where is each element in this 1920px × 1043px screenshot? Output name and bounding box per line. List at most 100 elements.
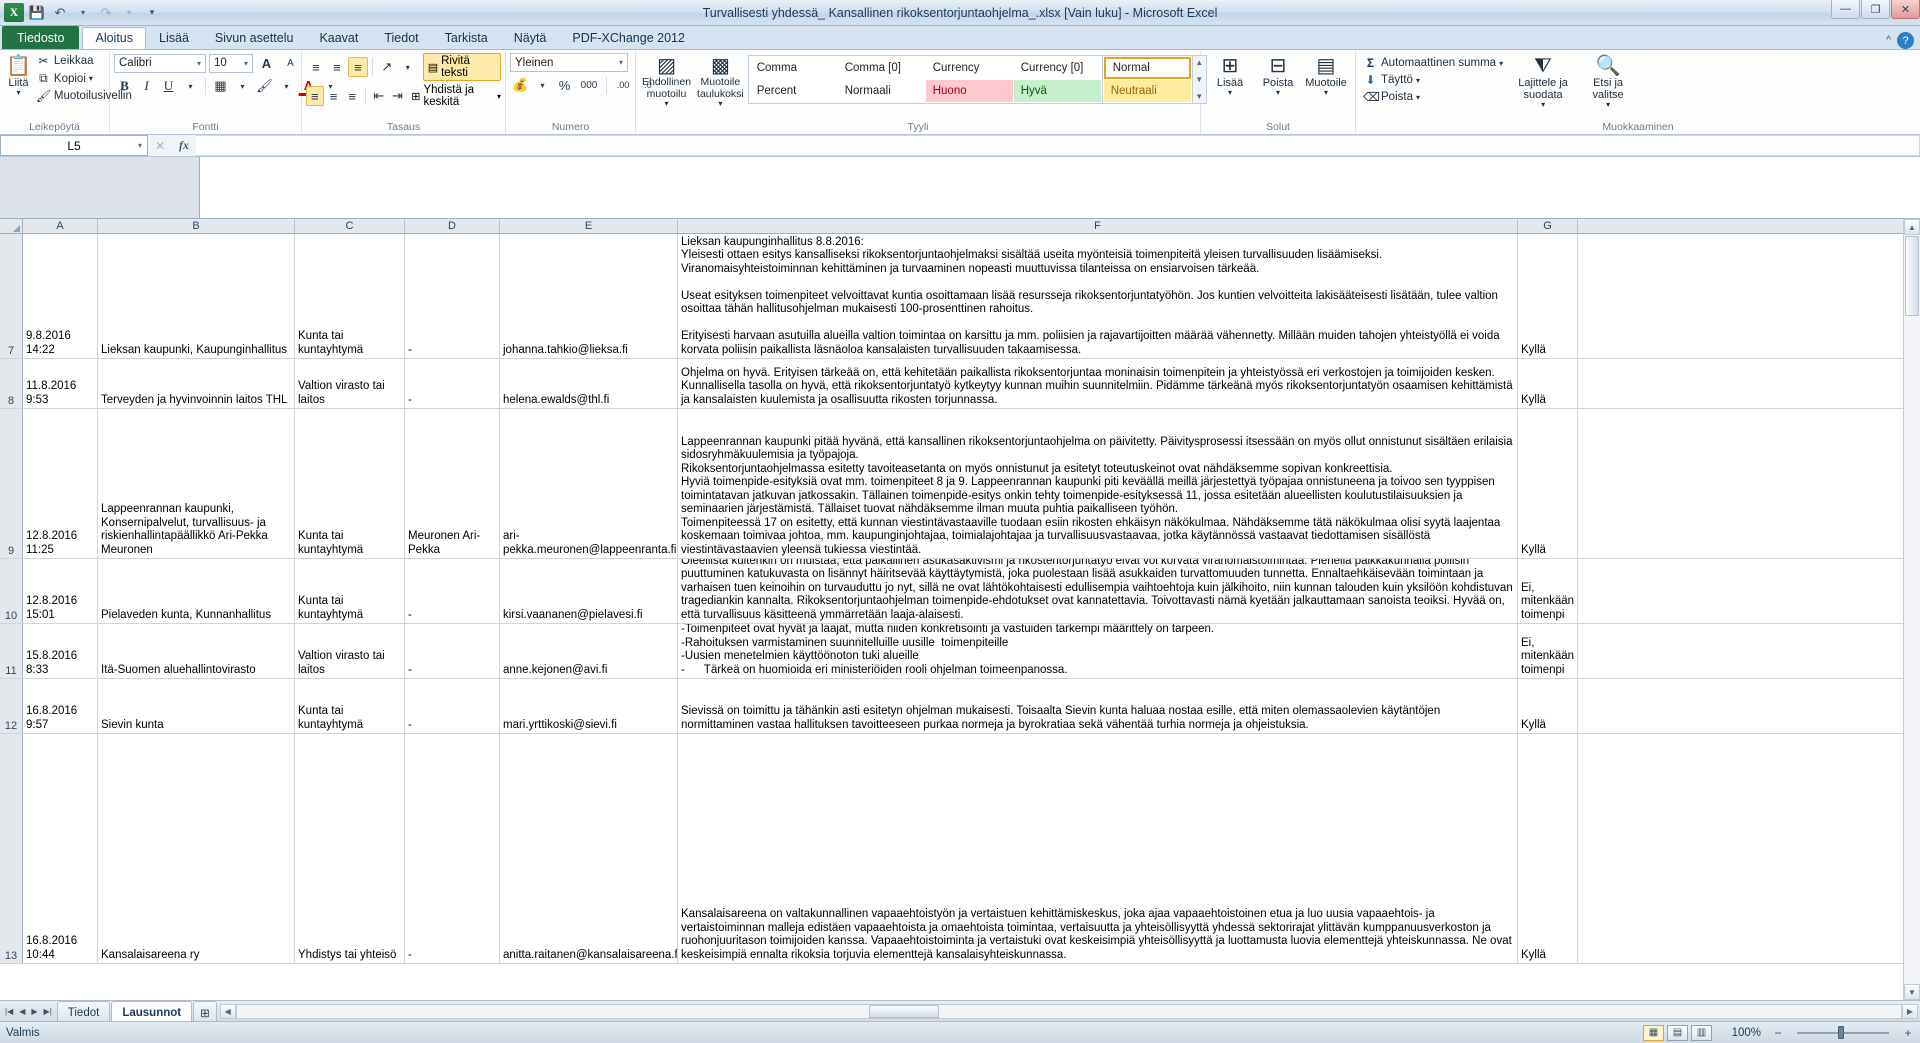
bold-icon[interactable]: B — [114, 76, 135, 96]
prev-sheet-icon[interactable]: ◀ — [17, 1007, 27, 1016]
find-select-button[interactable]: 🔍 Etsi ja valitse ▾ — [1580, 53, 1636, 112]
table-dropdown-icon[interactable]: ▾ — [718, 99, 722, 109]
zoom-out-icon[interactable]: − — [1772, 1026, 1784, 1040]
autosum-dropdown-icon[interactable]: ▾ — [1499, 59, 1503, 68]
cell-G13[interactable]: Kyllä — [1518, 734, 1578, 963]
zoom-in-icon[interactable]: + — [1902, 1026, 1914, 1040]
sort-filter-button[interactable]: ⧨ Lajittele ja suodata ▾ — [1512, 53, 1574, 112]
conditional-dropdown-icon[interactable]: ▾ — [665, 99, 669, 109]
sheet-tab-bar[interactable]: |◀ ◀ ▶ ▶| Tiedot Lausunnot ⊞ ◀ ▶ — [0, 1000, 1920, 1021]
paste-dropdown-icon[interactable]: ▾ — [16, 88, 20, 98]
next-sheet-icon[interactable]: ▶ — [29, 1007, 39, 1016]
formula-input[interactable] — [196, 135, 1920, 156]
cell-A9[interactable]: 12.8.2016 11:25 — [23, 409, 98, 558]
increase-font-size-icon[interactable]: A — [256, 53, 277, 73]
close-button[interactable]: ✕ — [1891, 0, 1920, 19]
format-dropdown-icon[interactable]: ▾ — [1324, 88, 1328, 98]
cell-B8[interactable]: Terveyden ja hyvinvoinnin laitos THL — [98, 359, 295, 408]
insert-dropdown-icon[interactable]: ▾ — [1228, 88, 1232, 98]
spreadsheet-grid[interactable]: A B C D E F G 7 9.8.2016 14:22 Lieksan kau… — [0, 219, 1920, 1000]
cell-F10[interactable]: Toimintaohjelman visiona on lisätä asukk… — [678, 559, 1518, 623]
cell-F7[interactable]: Lieksan kaupunginhallitus 8.8.2016: Ylei… — [678, 234, 1518, 358]
hscroll-left-icon[interactable]: ◀ — [219, 1003, 236, 1019]
name-box[interactable]: L5 ▾ — [0, 135, 148, 156]
cell-G9[interactable]: Kyllä — [1518, 409, 1578, 558]
cell-D13[interactable]: - — [405, 734, 500, 963]
comma-format-icon[interactable]: 000 — [576, 75, 602, 95]
cell-C10[interactable]: Kunta tai kuntayhtymä — [295, 559, 405, 623]
decrease-font-size-icon[interactable]: A — [280, 53, 301, 73]
cell-A7[interactable]: 9.8.2016 14:22 — [23, 234, 98, 358]
borders-dropdown-icon[interactable]: ▾ — [232, 76, 253, 96]
format-cells-button[interactable]: ▤ Muotoile ▾ — [1303, 53, 1349, 100]
insert-cells-button[interactable]: ⊞ Lisää ▾ — [1207, 53, 1253, 100]
find-select-dropdown-icon[interactable]: ▾ — [1606, 100, 1610, 110]
column-header-a[interactable]: A — [23, 219, 98, 233]
fill-dropdown-icon[interactable]: ▾ — [1416, 76, 1420, 85]
autosum-button[interactable]: Σ Automaattinen summa ▾ — [1360, 55, 1506, 71]
quick-access-toolbar[interactable]: X 💾 ↶ ▾ ↷ ▾ ▾ — [0, 0, 162, 25]
align-right-icon[interactable]: ≡ — [343, 86, 361, 106]
style-normaali[interactable]: Normaali — [837, 80, 925, 102]
cell-F8[interactable]: Ohjelma on hyvä. Erityisen tärkeää on, e… — [678, 359, 1518, 408]
increase-decimal-icon[interactable]: .00 — [611, 75, 635, 95]
scroll-track[interactable] — [1904, 317, 1920, 984]
horizontal-scroll-area[interactable]: ◀ ▶ — [218, 1001, 1920, 1021]
row-header-11[interactable]: 11 — [0, 624, 23, 678]
cell-E13[interactable]: anitta.raitanen@kansalaisareena.fi — [500, 734, 678, 963]
cell-C13[interactable]: Yhdistys tai yhteisö — [295, 734, 405, 963]
scroll-down-icon[interactable]: ▼ — [1904, 984, 1920, 1000]
tab-tiedosto[interactable]: Tiedosto — [2, 26, 80, 49]
increase-indent-icon[interactable]: ⇥ — [389, 86, 407, 106]
fill-color-dropdown-icon[interactable]: ▾ — [276, 76, 297, 96]
row-header-13[interactable]: 13 — [0, 734, 23, 963]
tab-nayta[interactable]: Näytä — [501, 27, 560, 49]
table-row[interactable]: 8 11.8.2016 9:53 Terveyden ja hyvinvoinnin… — [0, 359, 1920, 409]
cell-G11[interactable]: Ei, mitenkään toimenpi — [1518, 624, 1578, 678]
vertical-scrollbar[interactable]: ▲ ▼ — [1903, 219, 1920, 1000]
align-left-icon[interactable]: ≡ — [306, 86, 324, 106]
normal-view-icon[interactable]: ▦ — [1643, 1024, 1664, 1041]
row-header-8[interactable]: 8 — [0, 359, 23, 408]
cell-B9[interactable]: Lappeenrannan kaupunki, Konsernipalvelut… — [98, 409, 295, 558]
minimize-ribbon-icon[interactable]: ^ — [1886, 35, 1891, 46]
merge-dropdown-icon[interactable]: ▾ — [497, 92, 501, 101]
customize-qat-icon[interactable]: ▾ — [142, 3, 162, 23]
table-row[interactable]: 11 15.8.2016 8:33 Itä-Suomen aluehallintov… — [0, 624, 1920, 679]
cell-F11[interactable]: -Toimenpiteet ovat hyvät ja laajat, mutt… — [678, 624, 1518, 678]
font-size-select[interactable]: 10 ▾ — [209, 53, 253, 73]
cell-A11[interactable]: 15.8.2016 8:33 — [23, 624, 98, 678]
name-box-dropdown-icon[interactable]: ▾ — [138, 141, 142, 150]
underline-dropdown-icon[interactable]: ▾ — [180, 76, 201, 96]
tab-pdf-xchange[interactable]: PDF-XChange 2012 — [559, 27, 698, 49]
column-header-g[interactable]: G — [1518, 219, 1578, 233]
help-icon[interactable]: ? — [1897, 32, 1914, 49]
cell-A12[interactable]: 16.8.2016 9:57 — [23, 679, 98, 733]
cell-D12[interactable]: - — [405, 679, 500, 733]
tab-aloitus[interactable]: Aloitus — [82, 27, 147, 49]
cell-F12[interactable]: Sievissä on toimittu ja tähänkin asti es… — [678, 679, 1518, 733]
cell-D11[interactable]: - — [405, 624, 500, 678]
horizontal-scrollbar[interactable] — [235, 1003, 1902, 1019]
cell-F9[interactable]: Lappeenrannan kaupunki pitää hyvänä, ett… — [678, 409, 1518, 558]
cell-D10[interactable]: - — [405, 559, 500, 623]
row-header-7[interactable]: 7 — [0, 234, 23, 358]
clear-dropdown-icon[interactable]: ▾ — [1416, 93, 1420, 102]
align-center-icon[interactable]: ≡ — [325, 86, 343, 106]
paste-button[interactable]: 📋 Liitä ▾ — [4, 53, 33, 100]
cell-G8[interactable]: Kyllä — [1518, 359, 1578, 408]
style-huono[interactable]: Huono — [925, 80, 1013, 102]
cell-B10[interactable]: Pielaveden kunta, Kunnanhallitus — [98, 559, 295, 623]
style-currency[interactable]: Currency — [925, 57, 1013, 79]
cell-B7[interactable]: Lieksan kaupunki, Kaupunginhallitus — [98, 234, 295, 358]
fill-button[interactable]: ⬇ Täyttö ▾ — [1360, 72, 1506, 88]
row-header-9[interactable]: 9 — [0, 409, 23, 558]
currency-format-icon[interactable]: 💰 — [510, 75, 531, 95]
zoom-level[interactable]: 100% — [1723, 1027, 1761, 1039]
cell-C11[interactable]: Valtion virasto tai laitos — [295, 624, 405, 678]
delete-cells-button[interactable]: ⊟ Poista ▾ — [1255, 53, 1301, 100]
sheet-tab-tiedot[interactable]: Tiedot — [56, 1001, 111, 1021]
column-header-f[interactable]: F — [678, 219, 1518, 233]
percent-format-icon[interactable]: % — [554, 75, 575, 95]
underline-icon[interactable]: U — [158, 76, 179, 96]
